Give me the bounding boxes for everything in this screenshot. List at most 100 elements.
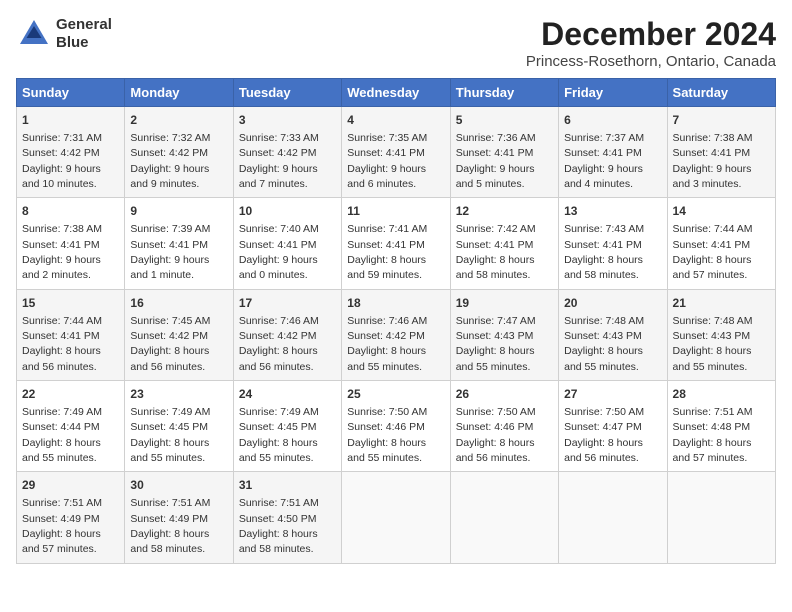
day-number: 13 bbox=[564, 203, 661, 220]
day-cell: 7 Sunrise: 7:38 AM Sunset: 4:41 PM Dayli… bbox=[667, 107, 775, 198]
day-info: Sunrise: 7:50 AM Sunset: 4:47 PM Dayligh… bbox=[564, 406, 644, 464]
day-info: Sunrise: 7:33 AM Sunset: 4:42 PM Dayligh… bbox=[239, 132, 319, 190]
day-info: Sunrise: 7:44 AM Sunset: 4:41 PM Dayligh… bbox=[673, 223, 753, 281]
day-number: 26 bbox=[456, 386, 553, 403]
day-cell: 16 Sunrise: 7:45 AM Sunset: 4:42 PM Dayl… bbox=[125, 289, 233, 380]
calendar-title: December 2024 bbox=[526, 16, 776, 53]
day-cell bbox=[450, 472, 558, 563]
calendar-subtitle: Princess-Rosethorn, Ontario, Canada bbox=[526, 53, 776, 70]
col-thursday: Thursday bbox=[450, 79, 558, 107]
week-row-1: 1 Sunrise: 7:31 AM Sunset: 4:42 PM Dayli… bbox=[17, 107, 776, 198]
day-cell: 28 Sunrise: 7:51 AM Sunset: 4:48 PM Dayl… bbox=[667, 381, 775, 472]
day-info: Sunrise: 7:51 AM Sunset: 4:49 PM Dayligh… bbox=[130, 497, 210, 555]
day-number: 12 bbox=[456, 203, 553, 220]
col-wednesday: Wednesday bbox=[342, 79, 450, 107]
day-cell: 5 Sunrise: 7:36 AM Sunset: 4:41 PM Dayli… bbox=[450, 107, 558, 198]
col-sunday: Sunday bbox=[17, 79, 125, 107]
day-info: Sunrise: 7:49 AM Sunset: 4:44 PM Dayligh… bbox=[22, 406, 102, 464]
day-cell bbox=[667, 472, 775, 563]
week-row-4: 22 Sunrise: 7:49 AM Sunset: 4:44 PM Dayl… bbox=[17, 381, 776, 472]
day-number: 17 bbox=[239, 295, 336, 312]
day-cell: 18 Sunrise: 7:46 AM Sunset: 4:42 PM Dayl… bbox=[342, 289, 450, 380]
week-row-5: 29 Sunrise: 7:51 AM Sunset: 4:49 PM Dayl… bbox=[17, 472, 776, 563]
day-info: Sunrise: 7:46 AM Sunset: 4:42 PM Dayligh… bbox=[239, 315, 319, 373]
day-info: Sunrise: 7:49 AM Sunset: 4:45 PM Dayligh… bbox=[130, 406, 210, 464]
day-cell: 12 Sunrise: 7:42 AM Sunset: 4:41 PM Dayl… bbox=[450, 198, 558, 289]
day-number: 30 bbox=[130, 477, 227, 494]
day-info: Sunrise: 7:48 AM Sunset: 4:43 PM Dayligh… bbox=[564, 315, 644, 373]
day-number: 11 bbox=[347, 203, 444, 220]
day-cell bbox=[559, 472, 667, 563]
logo-icon bbox=[16, 16, 52, 52]
day-cell: 24 Sunrise: 7:49 AM Sunset: 4:45 PM Dayl… bbox=[233, 381, 341, 472]
day-cell: 27 Sunrise: 7:50 AM Sunset: 4:47 PM Dayl… bbox=[559, 381, 667, 472]
day-number: 18 bbox=[347, 295, 444, 312]
day-info: Sunrise: 7:50 AM Sunset: 4:46 PM Dayligh… bbox=[347, 406, 427, 464]
day-cell: 6 Sunrise: 7:37 AM Sunset: 4:41 PM Dayli… bbox=[559, 107, 667, 198]
day-info: Sunrise: 7:42 AM Sunset: 4:41 PM Dayligh… bbox=[456, 223, 536, 281]
day-cell: 1 Sunrise: 7:31 AM Sunset: 4:42 PM Dayli… bbox=[17, 107, 125, 198]
day-number: 9 bbox=[130, 203, 227, 220]
day-info: Sunrise: 7:32 AM Sunset: 4:42 PM Dayligh… bbox=[130, 132, 210, 190]
day-number: 25 bbox=[347, 386, 444, 403]
title-block: December 2024 Princess-Rosethorn, Ontari… bbox=[526, 16, 776, 70]
day-info: Sunrise: 7:49 AM Sunset: 4:45 PM Dayligh… bbox=[239, 406, 319, 464]
day-number: 28 bbox=[673, 386, 770, 403]
day-cell: 11 Sunrise: 7:41 AM Sunset: 4:41 PM Dayl… bbox=[342, 198, 450, 289]
day-info: Sunrise: 7:41 AM Sunset: 4:41 PM Dayligh… bbox=[347, 223, 427, 281]
day-number: 1 bbox=[22, 112, 119, 129]
day-cell: 22 Sunrise: 7:49 AM Sunset: 4:44 PM Dayl… bbox=[17, 381, 125, 472]
day-number: 29 bbox=[22, 477, 119, 494]
day-info: Sunrise: 7:43 AM Sunset: 4:41 PM Dayligh… bbox=[564, 223, 644, 281]
day-cell: 4 Sunrise: 7:35 AM Sunset: 4:41 PM Dayli… bbox=[342, 107, 450, 198]
day-number: 24 bbox=[239, 386, 336, 403]
day-cell: 21 Sunrise: 7:48 AM Sunset: 4:43 PM Dayl… bbox=[667, 289, 775, 380]
day-cell: 3 Sunrise: 7:33 AM Sunset: 4:42 PM Dayli… bbox=[233, 107, 341, 198]
day-info: Sunrise: 7:46 AM Sunset: 4:42 PM Dayligh… bbox=[347, 315, 427, 373]
day-info: Sunrise: 7:44 AM Sunset: 4:41 PM Dayligh… bbox=[22, 315, 102, 373]
day-cell: 15 Sunrise: 7:44 AM Sunset: 4:41 PM Dayl… bbox=[17, 289, 125, 380]
day-cell: 13 Sunrise: 7:43 AM Sunset: 4:41 PM Dayl… bbox=[559, 198, 667, 289]
day-number: 5 bbox=[456, 112, 553, 129]
day-cell: 9 Sunrise: 7:39 AM Sunset: 4:41 PM Dayli… bbox=[125, 198, 233, 289]
week-row-2: 8 Sunrise: 7:38 AM Sunset: 4:41 PM Dayli… bbox=[17, 198, 776, 289]
day-number: 10 bbox=[239, 203, 336, 220]
col-monday: Monday bbox=[125, 79, 233, 107]
day-info: Sunrise: 7:40 AM Sunset: 4:41 PM Dayligh… bbox=[239, 223, 319, 281]
day-info: Sunrise: 7:35 AM Sunset: 4:41 PM Dayligh… bbox=[347, 132, 427, 190]
col-friday: Friday bbox=[559, 79, 667, 107]
day-cell: 26 Sunrise: 7:50 AM Sunset: 4:46 PM Dayl… bbox=[450, 381, 558, 472]
day-number: 19 bbox=[456, 295, 553, 312]
day-info: Sunrise: 7:50 AM Sunset: 4:46 PM Dayligh… bbox=[456, 406, 536, 464]
day-info: Sunrise: 7:39 AM Sunset: 4:41 PM Dayligh… bbox=[130, 223, 210, 281]
col-tuesday: Tuesday bbox=[233, 79, 341, 107]
day-cell: 14 Sunrise: 7:44 AM Sunset: 4:41 PM Dayl… bbox=[667, 198, 775, 289]
day-cell: 29 Sunrise: 7:51 AM Sunset: 4:49 PM Dayl… bbox=[17, 472, 125, 563]
day-cell: 19 Sunrise: 7:47 AM Sunset: 4:43 PM Dayl… bbox=[450, 289, 558, 380]
day-number: 23 bbox=[130, 386, 227, 403]
day-cell: 10 Sunrise: 7:40 AM Sunset: 4:41 PM Dayl… bbox=[233, 198, 341, 289]
day-info: Sunrise: 7:37 AM Sunset: 4:41 PM Dayligh… bbox=[564, 132, 644, 190]
day-number: 20 bbox=[564, 295, 661, 312]
col-saturday: Saturday bbox=[667, 79, 775, 107]
day-number: 4 bbox=[347, 112, 444, 129]
day-info: Sunrise: 7:38 AM Sunset: 4:41 PM Dayligh… bbox=[22, 223, 102, 281]
day-info: Sunrise: 7:47 AM Sunset: 4:43 PM Dayligh… bbox=[456, 315, 536, 373]
day-info: Sunrise: 7:38 AM Sunset: 4:41 PM Dayligh… bbox=[673, 132, 753, 190]
day-cell: 25 Sunrise: 7:50 AM Sunset: 4:46 PM Dayl… bbox=[342, 381, 450, 472]
day-number: 31 bbox=[239, 477, 336, 494]
day-info: Sunrise: 7:45 AM Sunset: 4:42 PM Dayligh… bbox=[130, 315, 210, 373]
day-cell: 31 Sunrise: 7:51 AM Sunset: 4:50 PM Dayl… bbox=[233, 472, 341, 563]
day-cell: 8 Sunrise: 7:38 AM Sunset: 4:41 PM Dayli… bbox=[17, 198, 125, 289]
day-cell: 17 Sunrise: 7:46 AM Sunset: 4:42 PM Dayl… bbox=[233, 289, 341, 380]
day-cell bbox=[342, 472, 450, 563]
day-info: Sunrise: 7:51 AM Sunset: 4:50 PM Dayligh… bbox=[239, 497, 319, 555]
day-cell: 30 Sunrise: 7:51 AM Sunset: 4:49 PM Dayl… bbox=[125, 472, 233, 563]
day-info: Sunrise: 7:51 AM Sunset: 4:49 PM Dayligh… bbox=[22, 497, 102, 555]
header: General Blue December 2024 Princess-Rose… bbox=[16, 16, 776, 70]
day-cell: 2 Sunrise: 7:32 AM Sunset: 4:42 PM Dayli… bbox=[125, 107, 233, 198]
page-container: General Blue December 2024 Princess-Rose… bbox=[16, 16, 776, 564]
day-number: 14 bbox=[673, 203, 770, 220]
day-number: 8 bbox=[22, 203, 119, 220]
day-number: 22 bbox=[22, 386, 119, 403]
